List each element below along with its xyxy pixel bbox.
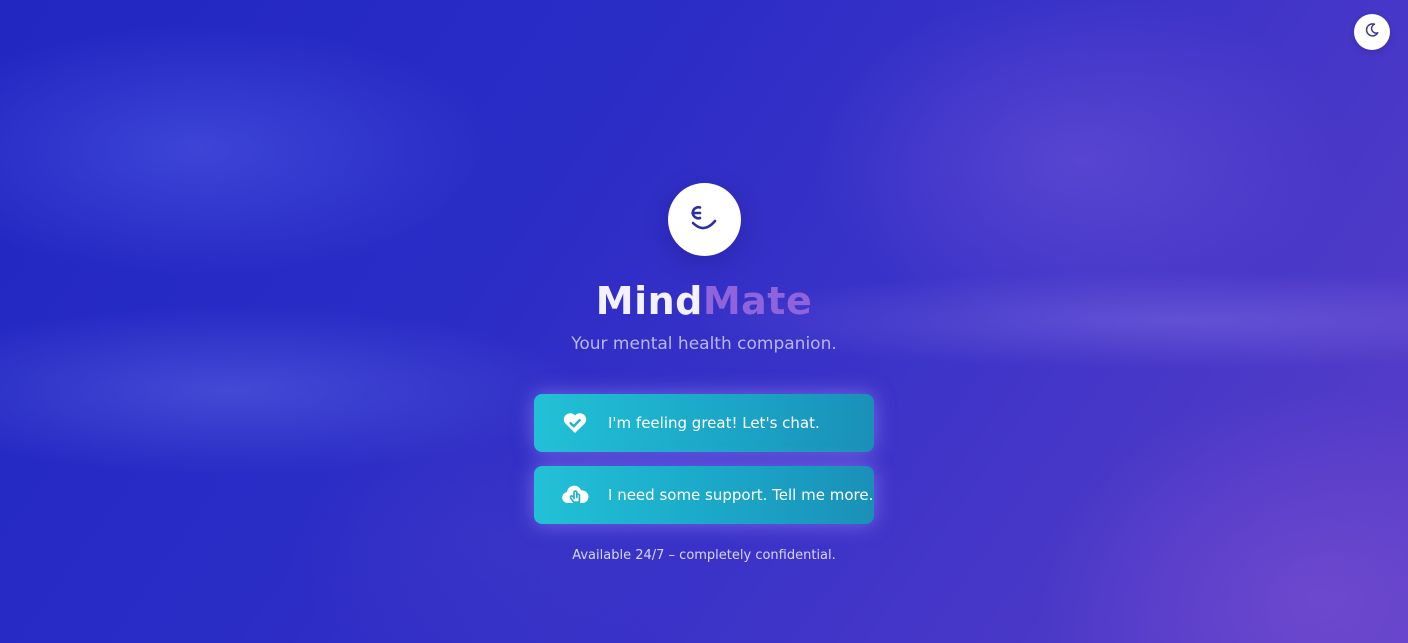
heart-check-icon [560,411,590,435]
feeling-great-button[interactable]: I'm feeling great! Let's chat. [534,394,874,452]
cloud-hand-icon [560,483,590,507]
welcome-panel: MindMate Your mental health companion. I… [0,183,1408,563]
availability-note: Available 24/7 – completely confidential… [572,548,836,563]
winking-smile-icon [681,195,727,245]
need-support-button[interactable]: I need some support. Tell me more. [534,466,874,524]
app-title-part2: Mate [702,279,813,323]
theme-toggle-button[interactable] [1354,14,1390,50]
moon-icon [1364,22,1380,42]
logo [667,183,741,256]
feeling-great-label: I'm feeling great! Let's chat. [608,414,820,432]
app-title: MindMate [596,278,813,324]
app-title-part1: Mind [595,279,703,323]
tagline: Your mental health companion. [571,334,837,354]
need-support-label: I need some support. Tell me more. [608,486,874,504]
